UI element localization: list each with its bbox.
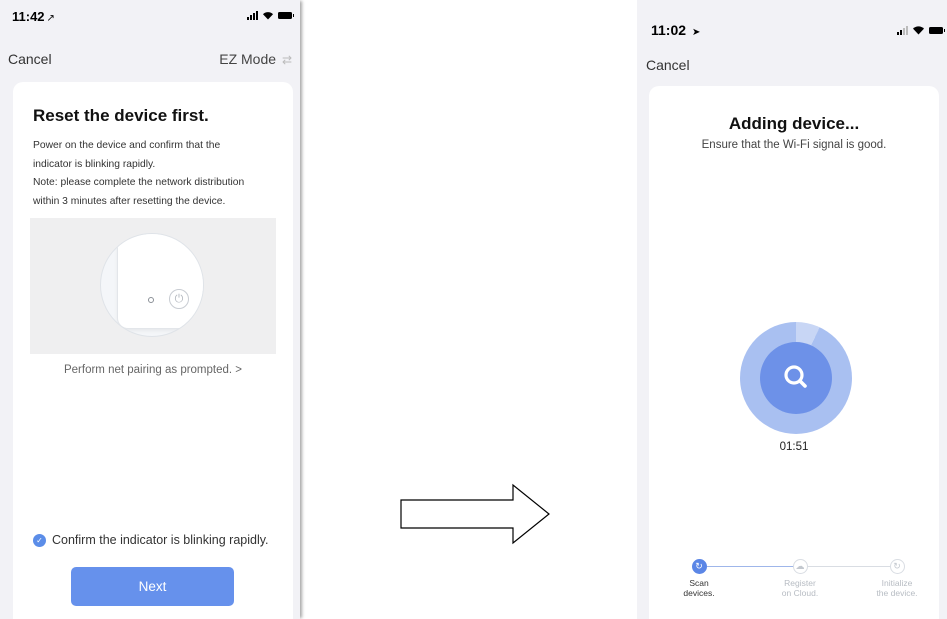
device-body: ⏻ [118, 234, 203, 328]
step-label: Scan devices. [683, 578, 715, 598]
page-title: Reset the device first. [33, 106, 209, 125]
reset-device-screen: 11:42 ↗ Cancel EZ Mode ⇄ Reset the device… [0, 0, 300, 619]
confirm-label: Confirm the indicator is blinking rapidl… [52, 533, 269, 547]
search-icon [784, 365, 807, 388]
illustration-circle: ⏻ [100, 233, 204, 337]
progress-card: Adding device... Ensure that the Wi-Fi s… [649, 86, 939, 619]
battery-icon [929, 26, 945, 34]
status-icons [247, 11, 294, 20]
wifi-icon [913, 26, 924, 35]
indicator-light-icon [148, 297, 154, 303]
status-bar: 11:02 ➤ [637, 0, 947, 44]
battery-icon [278, 12, 294, 19]
nav-bar: Cancel EZ Mode ⇄ [0, 46, 300, 74]
step-initialize-device: ↻ Initialize the device. [867, 559, 927, 598]
status-time: 11:02 ➤ [651, 22, 701, 38]
step-label: Initialize the device. [876, 578, 918, 598]
status-bar: 11:42 ↗ [0, 0, 300, 30]
step-scan-devices: ↻ Scan devices. [669, 559, 729, 598]
nav-bar: Cancel [637, 52, 947, 78]
checkmark-icon[interactable]: ✓ [33, 533, 46, 547]
net-pairing-link[interactable]: Perform net pairing as prompted. > [13, 364, 293, 376]
comparison-canvas: 11:42 ↗ Cancel EZ Mode ⇄ Reset the device… [0, 0, 947, 619]
power-icon: ⏻ [169, 289, 189, 309]
wifi-icon [263, 12, 273, 20]
instruction-line: Power on the device and confirm that the [33, 140, 221, 151]
ez-mode-label: EZ Mode [219, 51, 277, 67]
initialize-icon: ↻ [889, 559, 905, 574]
next-button[interactable]: Next [71, 567, 234, 606]
status-icons [897, 25, 945, 35]
step-label: Register on Cloud. [781, 578, 819, 598]
ez-mode-button[interactable]: EZ Mode ⇄ [219, 51, 292, 67]
right-arrow-icon [400, 483, 550, 545]
instruction-line: within 3 minutes after resetting the dev… [33, 195, 226, 207]
signal-icon [247, 11, 258, 20]
cloud-icon: ☁ [792, 559, 808, 574]
cancel-button[interactable]: Cancel [646, 57, 690, 73]
location-icon: ➤ [691, 27, 701, 38]
adding-device-screen: 11:02 ➤ Cancel Adding device... Ensure t… [637, 0, 947, 619]
page-title: Adding device... [728, 114, 860, 133]
device-illustration: ⏻ [30, 218, 276, 354]
page-subtitle: Ensure that the Wi-Fi signal is good. [701, 139, 887, 151]
cancel-button[interactable]: Cancel [8, 51, 52, 67]
confirm-checkbox-row[interactable]: ✓ Confirm the indicator is blinking rapi… [33, 533, 269, 547]
status-time: 11:42 ↗ [12, 9, 55, 24]
location-icon: ↗ [46, 13, 55, 24]
scanning-radar [740, 322, 852, 434]
instruction-line: indicator is blinking rapidly. [33, 158, 156, 170]
countdown-timer: 01:51 [779, 441, 809, 453]
instruction-line: Note: please complete the network distri… [33, 177, 245, 188]
step-register-cloud: ☁ Register on Cloud. [770, 559, 830, 598]
switch-mode-icon: ⇄ [281, 53, 292, 67]
instructions: Power on the device and confirm that the… [33, 137, 283, 211]
signal-icon [897, 25, 908, 35]
progress-steps: ↻ Scan devices. ☁ Register on Cloud. ↻ Ini… [649, 559, 939, 619]
scan-step-icon: ↻ [691, 559, 707, 574]
